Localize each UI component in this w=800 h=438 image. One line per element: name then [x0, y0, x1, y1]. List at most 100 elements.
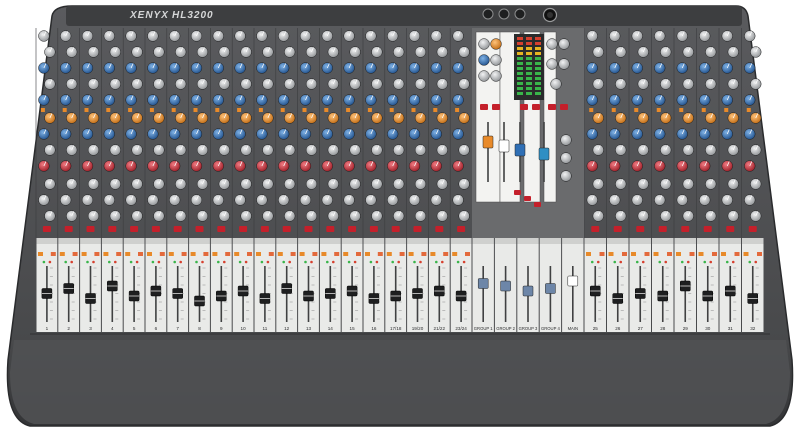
master-knob[interactable] — [550, 78, 562, 90]
meter-led — [391, 260, 395, 264]
mute-button[interactable] — [391, 226, 400, 232]
mute-button[interactable] — [173, 226, 182, 232]
master-knob[interactable] — [560, 134, 572, 146]
eq-button[interactable] — [611, 108, 616, 112]
meter-segment — [526, 47, 532, 50]
master-knob[interactable] — [558, 38, 570, 50]
eq-button[interactable] — [656, 108, 661, 112]
master-button[interactable] — [548, 104, 556, 110]
eq-button[interactable] — [367, 108, 372, 112]
group-fader[interactable] — [514, 143, 526, 157]
eq-button[interactable] — [746, 108, 751, 112]
eq-button[interactable] — [302, 108, 307, 112]
master-knob[interactable] — [546, 58, 558, 70]
master-knob[interactable] — [478, 38, 490, 50]
eq-button[interactable] — [215, 108, 220, 112]
group-fader[interactable] — [538, 147, 550, 161]
mute-button[interactable] — [217, 226, 226, 232]
eq-button[interactable] — [237, 108, 242, 112]
mute-button[interactable] — [726, 226, 735, 232]
master-knob[interactable] — [478, 70, 490, 82]
headphone-jack[interactable] — [498, 8, 510, 20]
mute-button[interactable] — [64, 226, 73, 232]
mute-button[interactable] — [457, 226, 466, 232]
mute-button[interactable] — [369, 226, 378, 232]
eq-button[interactable] — [280, 108, 285, 112]
fader-track — [67, 266, 70, 322]
master-button[interactable] — [520, 104, 528, 110]
master-button[interactable] — [480, 104, 488, 110]
mute-button[interactable] — [282, 226, 291, 232]
mute-button[interactable] — [151, 226, 160, 232]
master-knob[interactable] — [490, 38, 502, 50]
mute-button[interactable] — [108, 226, 117, 232]
group-fader[interactable] — [482, 135, 494, 149]
master-knob[interactable] — [546, 38, 558, 50]
mute-button[interactable] — [130, 226, 139, 232]
master-knob[interactable] — [560, 152, 572, 164]
eq-button[interactable] — [324, 108, 329, 112]
master-button[interactable] — [492, 104, 500, 110]
eq-button[interactable] — [634, 108, 639, 112]
master-fader[interactable] — [567, 275, 579, 287]
eq-button[interactable] — [193, 108, 198, 112]
master-button[interactable] — [532, 104, 540, 110]
eq-button[interactable] — [40, 108, 45, 112]
mute-button[interactable] — [681, 226, 690, 232]
eq-button[interactable] — [589, 108, 594, 112]
master-knob[interactable] — [560, 170, 572, 182]
solo-led — [38, 252, 43, 256]
eq-button[interactable] — [258, 108, 263, 112]
mute-button[interactable] — [636, 226, 645, 232]
eq-button[interactable] — [171, 108, 176, 112]
mute-button[interactable] — [613, 226, 622, 232]
master-button[interactable] — [524, 196, 531, 201]
eq-button[interactable] — [389, 108, 394, 112]
meter-segment — [526, 62, 532, 65]
mute-button[interactable] — [435, 226, 444, 232]
master-button[interactable] — [514, 190, 521, 195]
eq-button[interactable] — [149, 108, 154, 112]
mute-button[interactable] — [326, 226, 335, 232]
eq-button[interactable] — [433, 108, 438, 112]
mute-button[interactable] — [703, 226, 712, 232]
master-fader[interactable] — [500, 280, 511, 292]
eq-button[interactable] — [701, 108, 706, 112]
mute-button[interactable] — [239, 226, 248, 232]
master-fader[interactable] — [545, 283, 556, 294]
headphone-jack[interactable] — [514, 8, 526, 20]
mute-button[interactable] — [260, 226, 269, 232]
mute-button[interactable] — [304, 226, 313, 232]
master-fader[interactable] — [522, 285, 534, 297]
master-fader-label: MAIN — [568, 326, 578, 331]
mute-button[interactable] — [658, 226, 667, 232]
eq-button[interactable] — [106, 108, 111, 112]
eq-button[interactable] — [679, 108, 684, 112]
mute-button[interactable] — [42, 226, 51, 232]
master-fader[interactable] — [477, 278, 489, 289]
meter-segment — [535, 82, 541, 85]
mute-button[interactable] — [348, 226, 357, 232]
eq-button[interactable] — [62, 108, 67, 112]
eq-button[interactable] — [128, 108, 133, 112]
eq-button[interactable] — [411, 108, 416, 112]
eq-button[interactable] — [346, 108, 351, 112]
mute-button[interactable] — [748, 226, 757, 232]
eq-button[interactable] — [84, 108, 89, 112]
master-knob[interactable] — [478, 54, 490, 66]
channel-label-band — [674, 238, 696, 244]
master-label-band — [539, 238, 562, 244]
master-knob[interactable] — [558, 58, 570, 70]
master-knob[interactable] — [490, 54, 502, 66]
master-button[interactable] — [560, 104, 568, 110]
mute-button[interactable] — [413, 226, 422, 232]
mute-button[interactable] — [591, 226, 600, 232]
eq-button[interactable] — [455, 108, 460, 112]
headphone-jack[interactable] — [482, 8, 494, 20]
eq-button[interactable] — [724, 108, 729, 112]
group-fader[interactable] — [498, 139, 510, 153]
master-knob[interactable] — [490, 70, 502, 82]
mute-button[interactable] — [195, 226, 204, 232]
mute-button[interactable] — [86, 226, 95, 232]
master-button[interactable] — [534, 202, 541, 207]
